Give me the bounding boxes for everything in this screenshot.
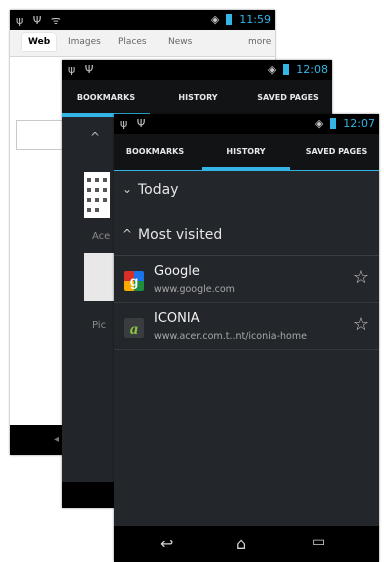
tab-more[interactable]: more [248,37,271,47]
tab-places[interactable]: Places [118,37,147,47]
collapse-chevron-icon[interactable]: ^ [90,130,100,144]
expand-chevron-icon: ⌄ [122,182,133,196]
status-bar: ψ Ψ ◈ 12:08 [62,60,332,80]
status-clock: 12:07 [343,117,375,130]
status-clock: 11:59 [239,13,271,26]
history-section-most-visited[interactable]: ^ Most visited [114,216,379,256]
tab-history[interactable]: HISTORY [154,80,242,116]
status-icons: ψ Ψ ᯤ [16,14,64,27]
browser-tabs: BOOKMARKS HISTORY SAVED PAGES [62,80,332,117]
battery-icon [282,64,289,75]
status-icons: ψ Ψ [68,63,97,76]
iconia-favicon-icon: a [124,318,144,338]
wifi-icon: ◈ [314,117,324,130]
history-item-title: ICONIA [154,311,200,326]
tab-history[interactable]: HISTORY [202,134,290,170]
tab-images[interactable]: Images [68,37,101,47]
front-screen-history: ψ Ψ ◈ 12:07 BOOKMARKS HISTORY SAVED PAGE… [114,114,379,562]
status-bar: ψ Ψ ᯤ ◈ 11:59 [10,10,275,30]
nav-bar: ↩ ⌂ ▭ [114,526,379,562]
history-section-today[interactable]: ⌄ Today [114,171,379,211]
bookmark-thumbnail[interactable] [84,172,110,218]
history-item-url: www.google.com [154,284,235,295]
bookmark-label: Ace [92,231,111,242]
svg-text:g: g [130,273,139,289]
history-item-iconia[interactable]: a ICONIA www.acer.com.t..nt/iconia-home … [114,304,379,350]
star-icon[interactable]: ☆ [353,314,369,335]
status-clock: 12:08 [296,63,328,76]
section-label: Most visited [138,227,223,243]
tab-web[interactable]: Web [22,33,57,51]
history-item-title: Google [154,264,200,279]
wifi-icon: ◈ [267,63,277,76]
section-label: Today [138,182,179,198]
google-favicon-icon: g [124,271,144,291]
tab-bookmarks[interactable]: BOOKMARKS [62,80,150,116]
history-item-google[interactable]: g Google www.google.com ☆ [114,257,379,303]
wifi-icon: ◈ [210,13,220,26]
history-item-url: www.acer.com.t..nt/iconia-home [154,331,307,342]
bookmark-label: Pic [92,320,107,331]
recent-apps-icon[interactable]: ▭ [312,534,325,550]
status-icons: ψ Ψ [120,117,149,130]
home-icon[interactable]: ⌂ [236,534,246,553]
tab-bookmarks[interactable]: BOOKMARKS [114,134,196,170]
tab-saved-pages[interactable]: SAVED PAGES [294,134,379,170]
back-icon[interactable]: ↩ [160,534,173,553]
search-tabs: Web Images Places News more [10,30,275,57]
collapse-chevron-icon: ^ [122,227,133,241]
tab-news[interactable]: News [168,37,192,47]
bookmark-thumbnail[interactable] [84,253,114,301]
tab-saved-pages[interactable]: SAVED PAGES [244,80,332,116]
back-nav-icon[interactable]: ◂ [54,434,59,445]
battery-icon [225,14,232,25]
battery-icon [329,118,336,129]
browser-tabs: BOOKMARKS HISTORY SAVED PAGES [114,134,379,171]
status-bar: ψ Ψ ◈ 12:07 [114,114,379,134]
svg-text:a: a [130,321,138,338]
star-icon[interactable]: ☆ [353,267,369,288]
